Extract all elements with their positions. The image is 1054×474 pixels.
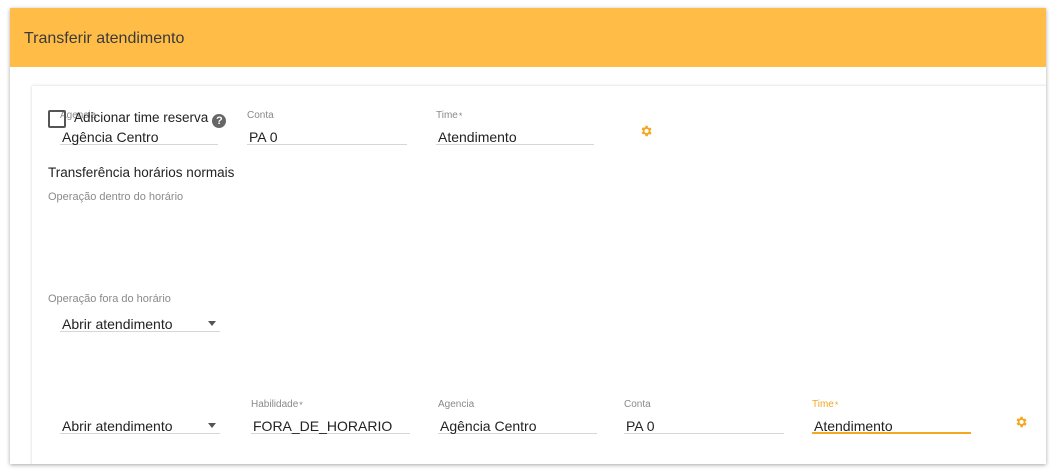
inside-hours-select[interactable]: Abrir atendimento bbox=[60, 310, 220, 332]
habilidade-label: Habilidade* bbox=[251, 399, 303, 410]
section-title: Transferência horários normais bbox=[48, 165, 235, 180]
bottom-time-field[interactable]: Time* Atendimento bbox=[812, 398, 971, 434]
reserve-checkbox-label[interactable]: Adicionar time reserva? bbox=[74, 110, 227, 128]
bottom-conta-value[interactable]: PA 0 bbox=[624, 412, 784, 434]
bottom-time-value[interactable]: Atendimento bbox=[812, 412, 971, 434]
chevron-down-icon bbox=[208, 423, 216, 428]
time-value[interactable]: Atendimento bbox=[436, 123, 594, 145]
time-field[interactable]: Time* Atendimento bbox=[436, 109, 594, 145]
transfer-dialog: Transferir atendimento Agencia Agência C… bbox=[10, 8, 1046, 464]
bottom-time-label: Time* bbox=[812, 399, 839, 410]
bottom-agencia-field[interactable]: Agencia Agência Centro bbox=[438, 398, 597, 434]
bottom-conta-field[interactable]: Conta PA 0 bbox=[624, 398, 784, 434]
help-circle-icon[interactable]: ? bbox=[212, 114, 227, 128]
conta-label: Conta bbox=[247, 110, 274, 121]
habilidade-field[interactable]: Habilidade* FORA_DE_HORARIO bbox=[251, 398, 410, 434]
inside-hours-value: Abrir atendimento bbox=[62, 315, 173, 332]
bottom-agencia-value[interactable]: Agência Centro bbox=[438, 412, 597, 434]
chevron-down-icon bbox=[208, 321, 216, 326]
time-label: Time* bbox=[436, 110, 463, 121]
reserve-checkbox[interactable] bbox=[48, 110, 66, 128]
inside-hours-label: Operação dentro do horário bbox=[48, 191, 184, 203]
conta-field[interactable]: Conta PA 0 bbox=[247, 109, 407, 145]
outside-hours-select[interactable]: Abrir atendimento bbox=[60, 412, 220, 434]
bottom-agencia-label: Agencia bbox=[438, 399, 475, 410]
gear-icon[interactable] bbox=[639, 124, 653, 138]
bottom-conta-label: Conta bbox=[624, 399, 651, 410]
outside-hours-label: Operação fora do horário bbox=[48, 293, 171, 305]
dialog-title: Transferir atendimento bbox=[24, 30, 185, 47]
outside-hours-value: Abrir atendimento bbox=[62, 417, 173, 434]
habilidade-value[interactable]: FORA_DE_HORARIO bbox=[251, 412, 410, 434]
gear-icon[interactable] bbox=[1014, 415, 1028, 429]
conta-value[interactable]: PA 0 bbox=[247, 123, 407, 145]
dialog-header: Transferir atendimento bbox=[10, 8, 1046, 67]
